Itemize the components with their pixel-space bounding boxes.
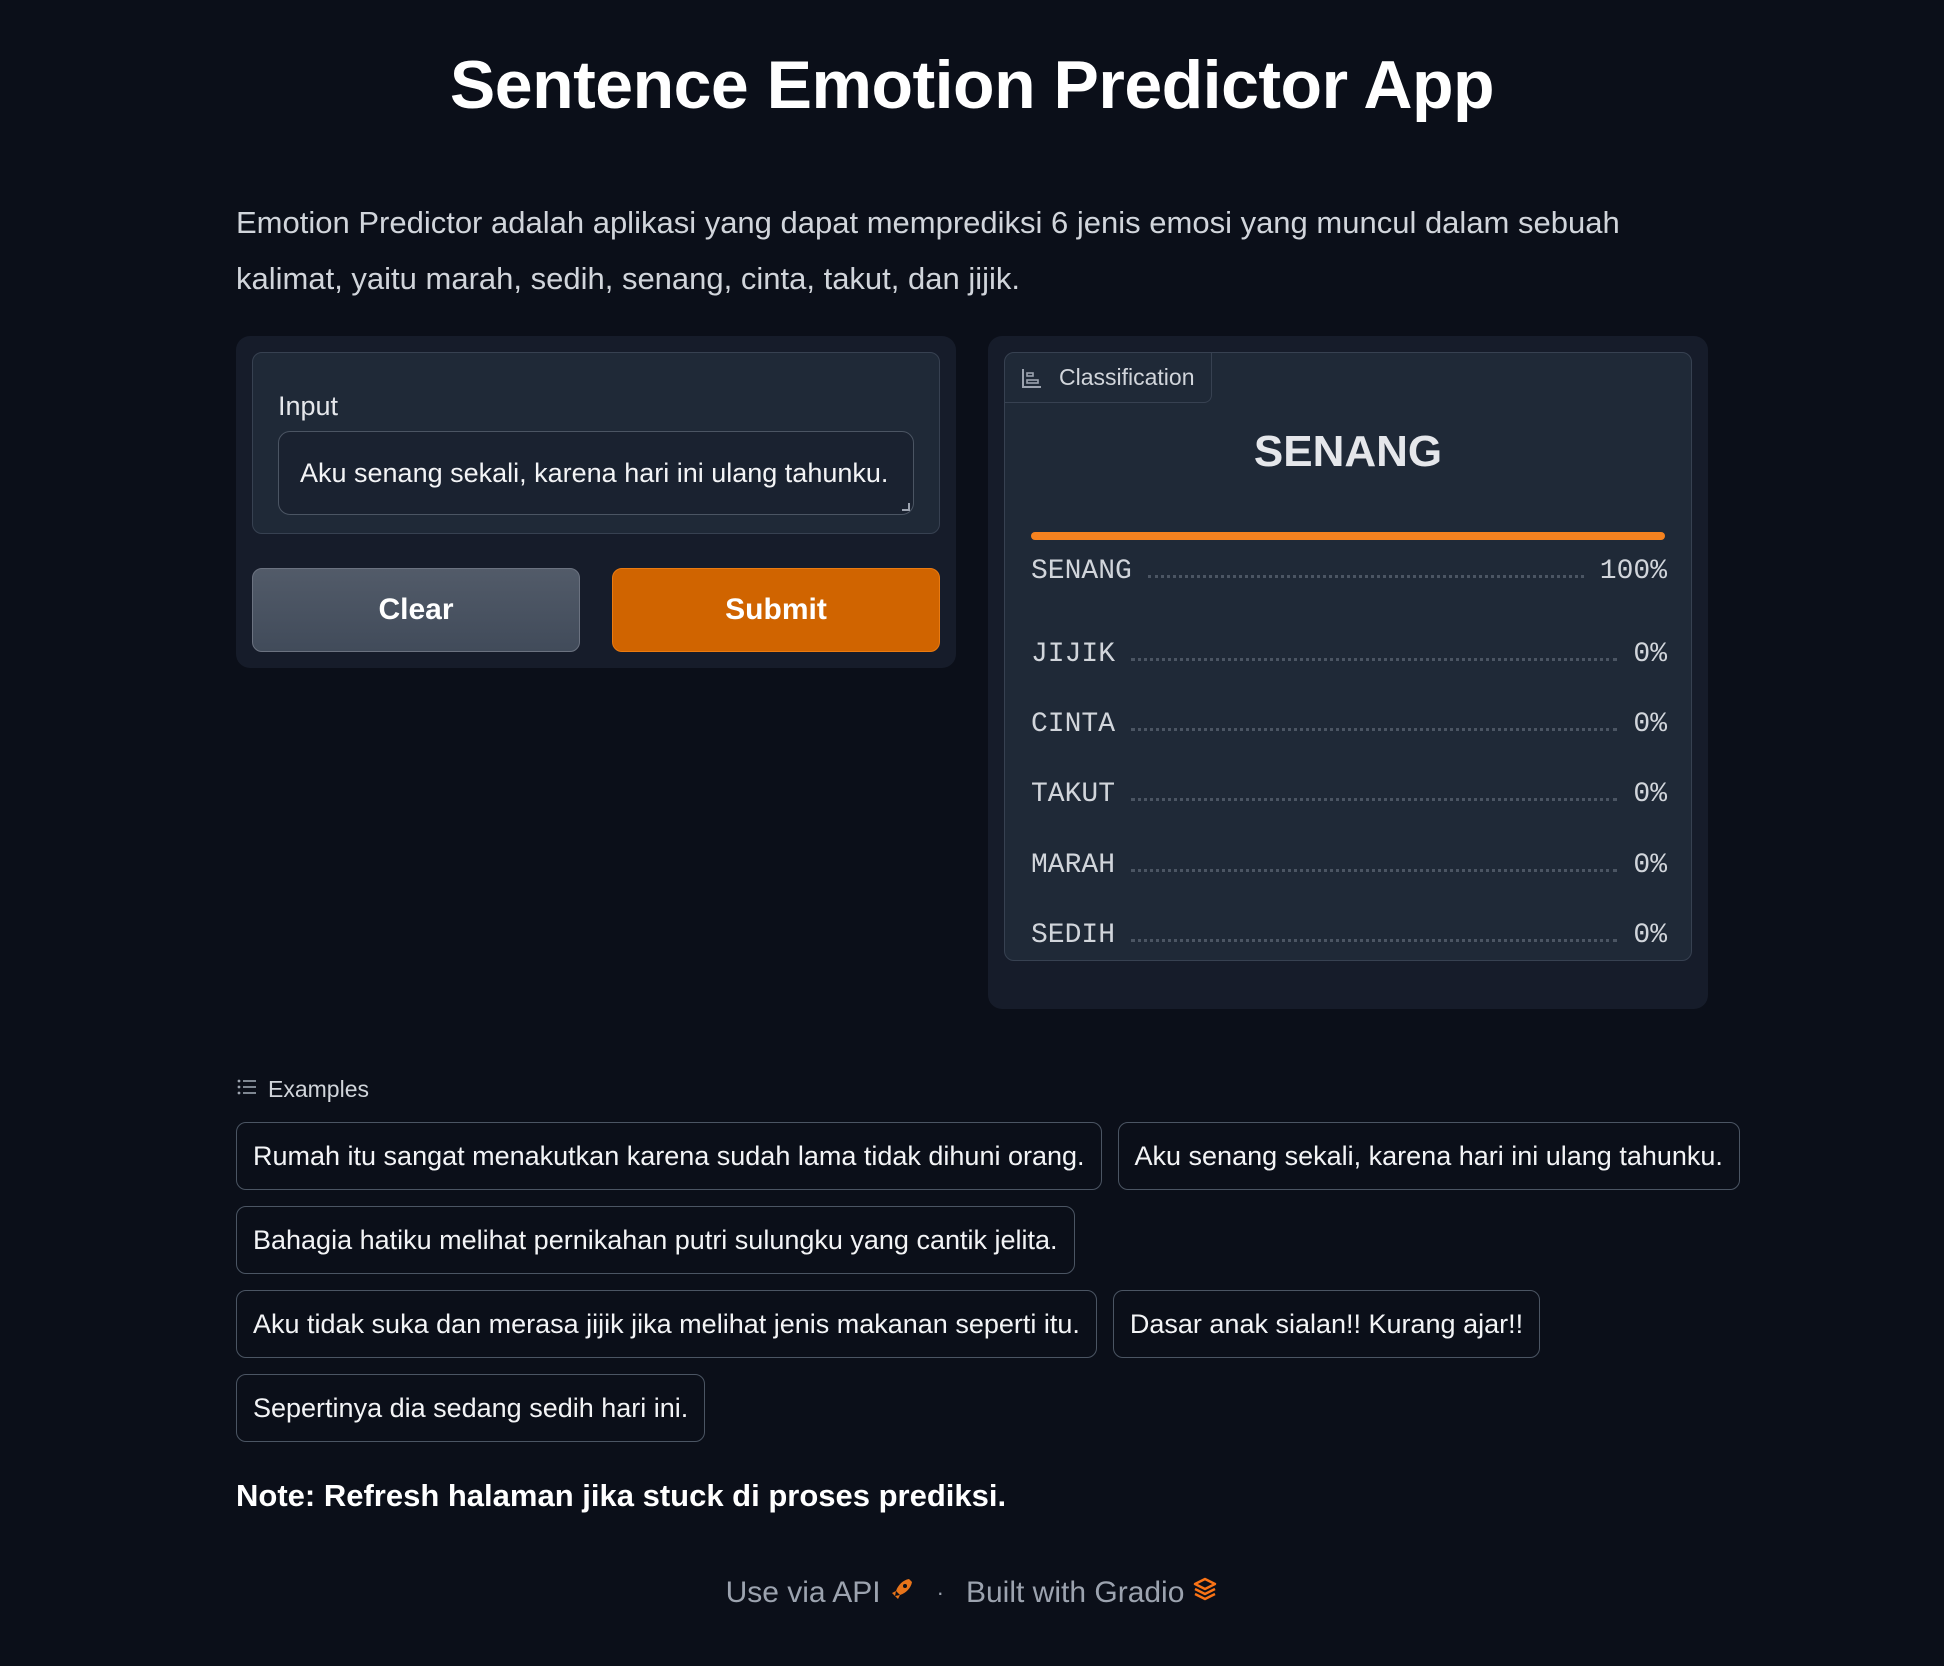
confidence-row: SEDIH 0% [1031, 901, 1667, 971]
input-panel: Input Aku senang sekali, karena hari ini… [236, 336, 956, 668]
confidence-percent: 0% [1633, 849, 1667, 881]
dotted-leader [1131, 798, 1618, 802]
dotted-leader [1131, 728, 1618, 732]
example-item[interactable]: Aku senang sekali, karena hari ini ulang… [1117, 1122, 1740, 1190]
example-item[interactable]: Rumah itu sangat menakutkan karena sudah… [236, 1122, 1102, 1190]
confidence-label: SENANG [1031, 555, 1132, 587]
confidence-list: SENANG 100% JIJIK 0% CINTA 0% TAKUT 0% M… [1031, 549, 1667, 971]
gradio-logo-icon [1192, 1576, 1218, 1610]
top-prediction-label: SENANG [1253, 427, 1443, 476]
note-text: Note: Refresh halaman jika stuck di pros… [236, 1478, 1007, 1513]
confidence-label: SEDIH [1031, 920, 1116, 952]
confidence-bar [1031, 532, 1665, 540]
classification-tab-label: Classification [1059, 364, 1195, 390]
confidence-percent: 0% [1633, 709, 1667, 741]
list-icon [236, 1076, 258, 1103]
dotted-leader [1131, 939, 1618, 943]
clear-button[interactable]: Clear [252, 568, 580, 652]
dotted-leader [1147, 574, 1584, 578]
built-with-label: Built with Gradio [965, 1576, 1185, 1609]
confidence-row: SENANG 100% [1031, 549, 1667, 593]
examples-list: Rumah itu sangat menakutkan karena sudah… [236, 1122, 1740, 1458]
confidence-row: CINTA 0% [1031, 689, 1667, 759]
resize-handle-icon[interactable] [902, 503, 910, 511]
use-via-api-label: Use via API [725, 1576, 881, 1609]
bar-chart-icon [1021, 367, 1043, 389]
input-block: Input Aku senang sekali, karena hari ini… [252, 352, 940, 534]
confidence-row: JIJIK 0% [1031, 619, 1667, 689]
input-label: Input [278, 391, 339, 421]
page-title: Sentence Emotion Predictor App [449, 47, 1495, 123]
dotted-leader [1131, 868, 1618, 872]
input-textbox[interactable]: Aku senang sekali, karena hari ini ulang… [278, 431, 914, 515]
confidence-row: MARAH 0% [1031, 830, 1667, 900]
example-item[interactable]: Bahagia hatiku melihat pernikahan putri … [236, 1206, 1075, 1274]
example-item[interactable]: Sepertinya dia sedang sedih hari ini. [236, 1374, 706, 1442]
classification-block: Classification SENANG SENANG 100% JIJIK … [1004, 352, 1692, 961]
confidence-label: JIJIK [1031, 638, 1116, 670]
example-item[interactable]: Aku tidak suka dan merasa jijik jika mel… [236, 1290, 1097, 1358]
input-text: Aku senang sekali, karena hari ini ulang… [300, 458, 889, 488]
examples-heading: Examples [236, 1076, 369, 1103]
submit-button[interactable]: Submit [612, 568, 940, 652]
examples-label: Examples [268, 1076, 369, 1102]
app-description: Emotion Predictor adalah aplikasi yang d… [236, 205, 1620, 296]
confidence-label: TAKUT [1031, 779, 1116, 811]
example-item[interactable]: Dasar anak sialan!! Kurang ajar!! [1112, 1290, 1541, 1358]
confidence-percent: 0% [1633, 920, 1667, 952]
confidence-row: TAKUT 0% [1031, 760, 1667, 830]
classification-tab: Classification [1005, 353, 1212, 403]
footer-separator: · [936, 1580, 944, 1605]
built-with-gradio-link[interactable]: Built with Gradio [966, 1576, 1218, 1610]
rocket-icon [889, 1576, 915, 1610]
output-panel: Classification SENANG SENANG 100% JIJIK … [988, 336, 1708, 1009]
footer: Use via API · Built with Gradio [0, 1576, 1944, 1610]
confidence-label: CINTA [1031, 709, 1116, 741]
confidence-percent: 0% [1633, 638, 1667, 670]
dotted-leader [1131, 657, 1618, 661]
confidence-label: MARAH [1031, 849, 1116, 881]
confidence-percent: 0% [1633, 779, 1667, 811]
confidence-percent: 100% [1599, 555, 1667, 587]
use-via-api-link[interactable]: Use via API [726, 1576, 915, 1610]
